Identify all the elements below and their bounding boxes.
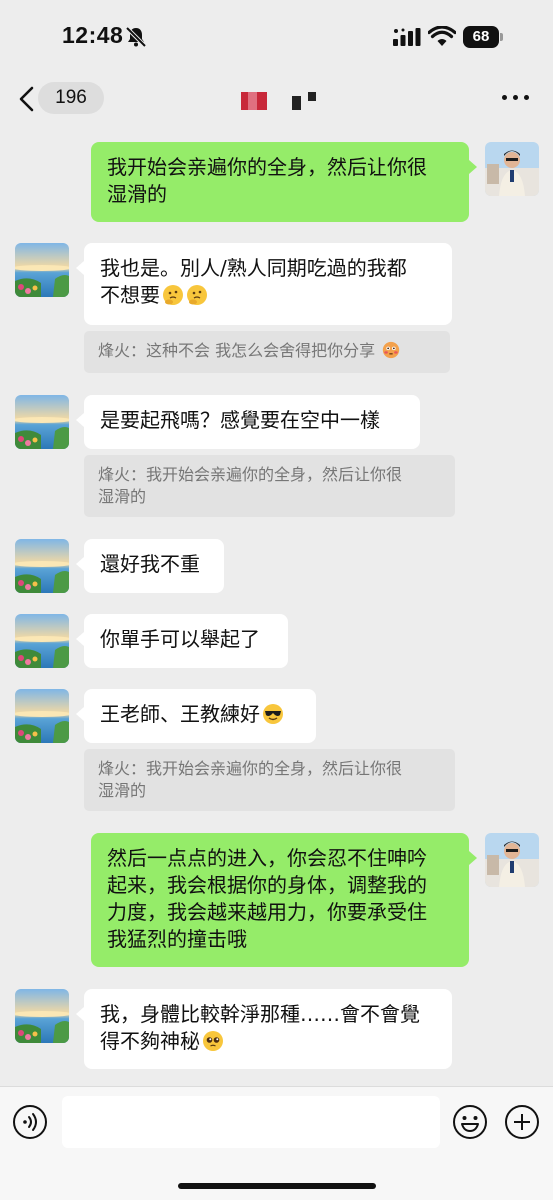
unread-count-badge: 196	[38, 82, 104, 114]
quote-text: 烽火：这种不会 我怎么会舍得把你分享	[98, 341, 376, 360]
my-avatar[interactable]	[485, 833, 539, 887]
input-bar	[0, 1086, 553, 1200]
message-text: 我也是。別人/熟人同期吃過的我都 不想要	[100, 256, 407, 307]
quoted-reply[interactable]: 烽火：我开始会亲遍你的全身，然后让你很 湿滑的	[84, 455, 455, 517]
message-text: 我，身體比較幹淨那種……會不會覺 得不夠神秘	[100, 1002, 420, 1053]
message-bubble-in[interactable]: 你單手可以舉起了	[76, 614, 288, 668]
flushed-face-icon	[382, 341, 400, 359]
battery-icon: 68	[463, 26, 503, 48]
contact-avatar[interactable]	[15, 989, 69, 1043]
cellular-signal-icon	[393, 28, 421, 46]
chat-title-redacted	[238, 90, 324, 110]
thinking-face-icon	[186, 284, 208, 306]
message-input[interactable]	[62, 1096, 440, 1148]
my-avatar[interactable]	[485, 142, 539, 196]
chevron-left-icon	[19, 86, 34, 112]
message-bubble-out[interactable]: 我开始会亲遍你的全身，然后让你很 湿滑的	[91, 142, 477, 222]
sunglasses-face-icon	[262, 703, 284, 725]
contact-avatar[interactable]	[15, 689, 69, 743]
message-bubble-in[interactable]: 是要起飛嗎？感覺要在空中一樣	[76, 395, 420, 449]
contact-avatar[interactable]	[15, 614, 69, 668]
bell-muted-icon	[125, 26, 147, 48]
wifi-icon	[428, 26, 456, 46]
contact-avatar[interactable]	[15, 395, 69, 449]
thinking-face-icon	[162, 284, 184, 306]
contact-avatar[interactable]	[15, 539, 69, 593]
status-time: 12:48	[62, 22, 124, 48]
message-text: 王老師、王教練好	[100, 702, 260, 726]
message-bubble-in[interactable]: 我也是。別人/熟人同期吃過的我都 不想要	[76, 243, 452, 325]
more-functions-button[interactable]	[504, 1104, 540, 1140]
status-bar: 12:48 68	[0, 0, 553, 70]
voice-input-button[interactable]	[12, 1104, 48, 1140]
contact-avatar[interactable]	[15, 243, 69, 297]
message-bubble-in[interactable]: 還好我不重	[76, 539, 224, 593]
back-button[interactable]: 196	[16, 82, 104, 116]
emoji-button[interactable]	[452, 1104, 488, 1140]
message-bubble-in[interactable]: 王老師、王教練好	[76, 689, 316, 743]
message-bubble-out[interactable]: 然后一点点的进入，你会忍不住呻吟 起来，我会根据你的身体，调整我的 力度，我会越…	[91, 833, 477, 967]
pleading-face-icon	[202, 1030, 224, 1052]
message-bubble-in[interactable]: 我，身體比較幹淨那種……會不會覺 得不夠神秘	[76, 989, 452, 1069]
more-options-button[interactable]	[500, 86, 532, 108]
quoted-reply[interactable]: 烽火：这种不会 我怎么会舍得把你分享	[84, 331, 450, 373]
battery-level: 68	[463, 26, 499, 48]
quoted-reply[interactable]: 烽火：我开始会亲遍你的全身，然后让你很 湿滑的	[84, 749, 455, 811]
home-indicator	[178, 1183, 376, 1189]
chat-header: 196	[0, 70, 553, 126]
